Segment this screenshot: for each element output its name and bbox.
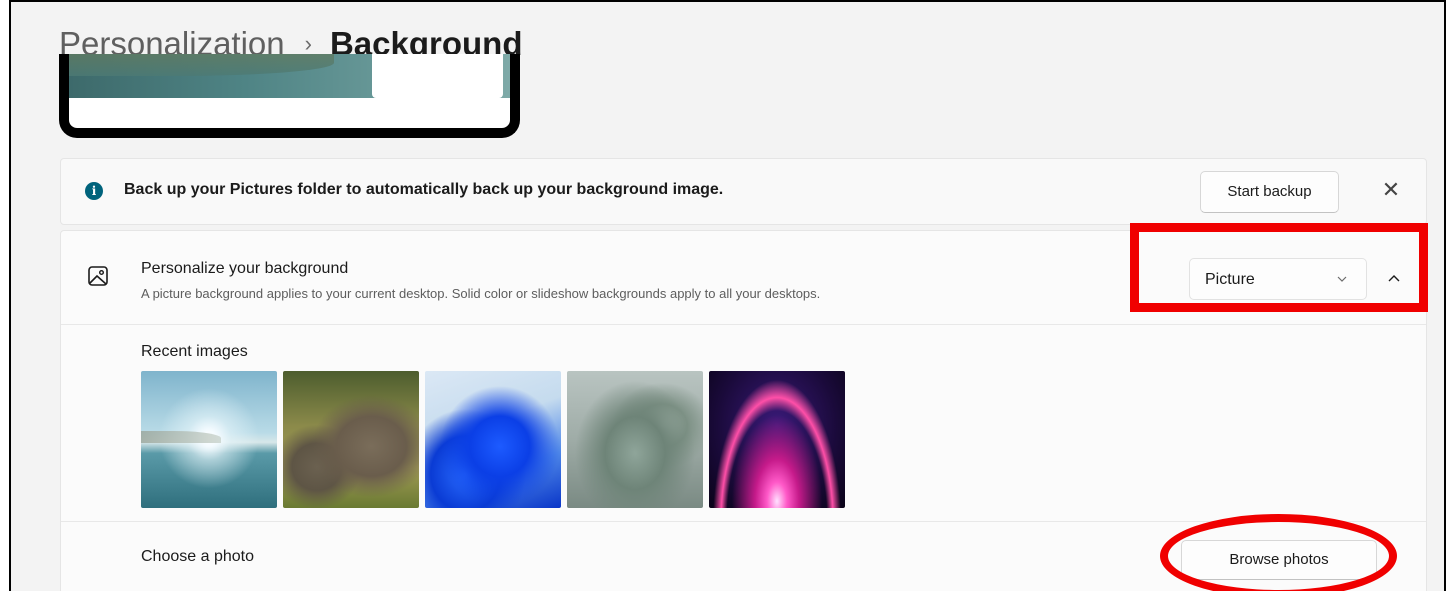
info-icon: i (85, 182, 103, 200)
choose-photo-label: Choose a photo (141, 548, 254, 565)
background-preview (59, 54, 520, 138)
highlight-ellipse (1160, 514, 1397, 591)
personalize-title: Personalize your background (141, 260, 349, 277)
close-icon[interactable]: ✕ (1379, 179, 1403, 203)
recent-images-label: Recent images (141, 343, 248, 360)
recent-image-purple-glow[interactable] (709, 371, 845, 508)
start-backup-button[interactable]: Start backup (1200, 171, 1339, 213)
preview-window (372, 54, 503, 98)
highlight-rectangle (1130, 223, 1428, 312)
recent-image-lake-sunrise[interactable] (141, 371, 277, 508)
recent-image-blue-bloom[interactable] (425, 371, 561, 508)
breadcrumb-separator: › (304, 31, 312, 56)
recent-image-rhinoceros[interactable] (283, 371, 419, 508)
personalize-description: A picture background applies to your cur… (141, 286, 821, 301)
backup-info-bar: i Back up your Pictures folder to automa… (60, 158, 1427, 225)
recent-image-gray-bloom[interactable] (567, 371, 703, 508)
picture-icon (88, 266, 108, 286)
backup-message: Back up your Pictures folder to automati… (124, 181, 724, 198)
